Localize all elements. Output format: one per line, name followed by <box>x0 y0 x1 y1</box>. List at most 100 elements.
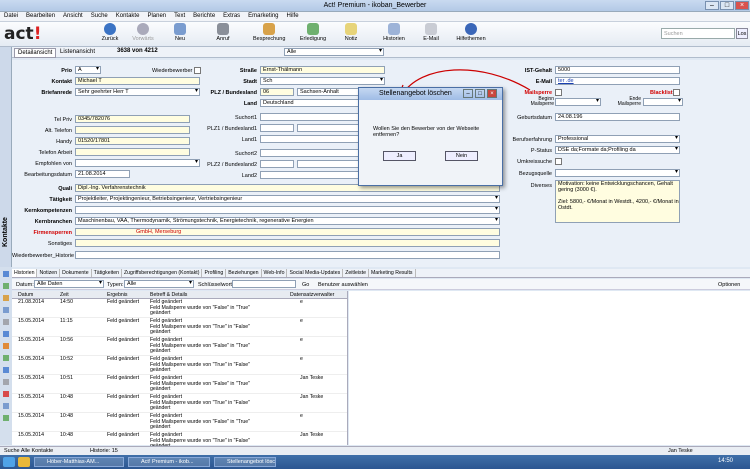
menu-text[interactable]: Text <box>170 12 189 19</box>
table-row[interactable]: 15.05.2014 10:52 Feld geändert Feld geänder… <box>12 356 347 375</box>
stadt-field[interactable]: Sch <box>260 77 385 85</box>
beruf-field[interactable]: Professional <box>555 135 680 143</box>
lookup-select[interactable]: Alle <box>284 48 384 56</box>
tab-webinfo[interactable]: Web-Info <box>262 269 288 277</box>
task-hoeber[interactable]: Höber-Matthias-AM... <box>34 457 124 467</box>
pstatus-field[interactable]: DSE da;Formate da;Profiling da <box>555 146 680 154</box>
todo-button[interactable]: Erledigung <box>297 23 329 42</box>
keyword-input[interactable] <box>232 280 296 288</box>
typen-filter-select[interactable]: Alle <box>124 280 194 288</box>
start-icon[interactable] <box>3 457 15 467</box>
tab-historien[interactable]: Historien <box>12 269 38 277</box>
options-button[interactable]: Optionen <box>718 282 740 288</box>
ist-field[interactable]: 5000 <box>555 66 680 74</box>
bearb-field[interactable]: 21.08.2014 <box>75 170 130 178</box>
menu-ansicht[interactable]: Ansicht <box>59 12 87 19</box>
plz-field[interactable]: 06 <box>260 88 294 96</box>
beginn-field[interactable] <box>555 98 601 106</box>
taet-field[interactable]: Projektleiter, Projektingenieur, Betrieb… <box>75 195 500 203</box>
menu-berichte[interactable]: Berichte <box>189 12 219 19</box>
tab-notizen[interactable]: Notizen <box>37 269 61 277</box>
menu-kontakte[interactable]: Kontakte <box>112 12 144 19</box>
bezug-field[interactable] <box>555 169 680 177</box>
ende-field[interactable] <box>643 98 683 106</box>
col-betreff[interactable]: Betreff & Details <box>150 292 187 298</box>
table-row[interactable]: 21.08.2014 14:50 Feld geändert Feld geänder… <box>12 299 347 318</box>
call-button[interactable]: Anruf <box>207 23 239 42</box>
no-button[interactable]: Nein <box>445 151 478 161</box>
kernb-field[interactable]: Maschinenbau, VAA, Thermodynamik, Strömu… <box>75 217 500 225</box>
empf-field[interactable] <box>75 159 200 167</box>
tab-profiling[interactable]: Profiling <box>202 269 227 277</box>
back-button[interactable]: Zurück <box>94 23 126 42</box>
kernk-field[interactable] <box>75 206 500 214</box>
dialog-maximize-icon[interactable]: □ <box>475 89 485 98</box>
email-field[interactable]: ter .de <box>555 77 680 85</box>
telarb-field[interactable] <box>75 148 190 156</box>
diverses-field[interactable]: Motivation: keine Entwicklungschancen, G… <box>555 180 680 223</box>
forward-button[interactable]: Vorwärts <box>127 23 159 42</box>
menu-planen[interactable]: Planen <box>143 12 170 19</box>
strasse-field[interactable]: Ernst-Thälmann <box>260 66 385 74</box>
help-button[interactable]: Hilfethemen <box>455 23 487 42</box>
kontakt-field[interactable]: Michael T <box>75 77 200 85</box>
datum-filter-select[interactable]: Alle Daten <box>34 280 104 288</box>
handy-field[interactable]: 01520/17801 <box>75 137 190 145</box>
tab-beziehungen[interactable]: Beziehungen <box>226 269 262 277</box>
geb-field[interactable]: 24.08.196 <box>555 113 680 121</box>
table-row[interactable]: 15.05.2014 10:56 Feld geändert Feld geänder… <box>12 337 347 356</box>
tab-dokumente[interactable]: Dokumente <box>60 269 92 277</box>
maximize-icon[interactable]: □ <box>720 1 734 10</box>
note-button[interactable]: Notiz <box>335 23 367 42</box>
select-user-button[interactable]: Benutzer auswählen <box>318 282 368 288</box>
menu-bearbeiten[interactable]: Bearbeiten <box>22 12 59 19</box>
menu-emarketing[interactable]: Emarketing <box>244 12 282 19</box>
search-input[interactable]: Suchen <box>661 28 735 39</box>
firmen-field[interactable]: GmbH, Merseburg <box>75 228 500 236</box>
col-zeit[interactable]: Zeit <box>60 292 69 298</box>
mailsperre-checkbox[interactable] <box>555 89 562 96</box>
menu-hilfe[interactable]: Hilfe <box>283 12 303 19</box>
explorer-icon[interactable] <box>18 457 30 467</box>
blacklist-checkbox[interactable] <box>673 89 680 96</box>
dialog-close-icon[interactable]: × <box>487 89 497 98</box>
table-row[interactable]: 15.05.2014 10:48 Feld geändert Feld geänder… <box>12 413 347 432</box>
dialog-minimize-icon[interactable]: – <box>463 89 473 98</box>
briefanrede-field[interactable]: Sehr geehrter Herr T <box>75 88 200 96</box>
close-icon[interactable]: × <box>735 1 749 10</box>
menu-suche[interactable]: Suche <box>87 12 112 19</box>
task-dialog[interactable]: Stellenangebot lösch... <box>214 457 276 467</box>
tab-social[interactable]: Social Media-Updates <box>287 269 344 277</box>
tab-taetigkeiten[interactable]: Tätigkeiten <box>92 269 122 277</box>
new-button[interactable]: Neu <box>164 23 196 42</box>
search-go-button[interactable]: Los <box>736 28 748 39</box>
sonst-field[interactable] <box>75 239 500 247</box>
menu-datei[interactable]: Datei <box>0 12 22 19</box>
minimize-icon[interactable]: – <box>705 1 719 10</box>
umkreis-checkbox[interactable] <box>555 158 562 165</box>
col-verwalter[interactable]: Datensatzverwalter <box>290 292 334 298</box>
tab-zugriff[interactable]: Zugriffsberechtigungen (Kontakt) <box>122 269 203 277</box>
tab-zeitleiste[interactable]: Zeitleiste <box>343 269 369 277</box>
table-row[interactable]: 15.05.2014 11:15 Feld geändert Feld geänder… <box>12 318 347 337</box>
wb-field[interactable] <box>75 251 500 259</box>
yes-button[interactable]: Ja <box>383 151 416 161</box>
plz2-field[interactable] <box>260 160 294 168</box>
table-row[interactable]: 15.05.2014 10:48 Feld geändert Feld geänder… <box>12 394 347 413</box>
prio-field[interactable]: A <box>75 66 101 74</box>
email-button[interactable]: E-Mail <box>415 23 447 42</box>
plz1-field[interactable] <box>260 124 294 132</box>
tab-detailansicht[interactable]: Detailansicht <box>14 48 57 58</box>
telpriv-field[interactable]: 0345/782076 <box>75 115 190 123</box>
table-row[interactable]: 15.05.2014 10:51 Feld geändert Feld geänder… <box>12 375 347 394</box>
tab-listenansicht[interactable]: Listenansicht <box>60 49 95 55</box>
col-ergebnis[interactable]: Ergebnis <box>107 292 127 298</box>
menu-extras[interactable]: Extras <box>219 12 244 19</box>
meeting-button[interactable]: Besprechung <box>253 23 285 42</box>
col-datum[interactable]: Datum <box>18 292 33 298</box>
task-act[interactable]: Act! Premium - ikob... <box>128 457 210 467</box>
alttel-field[interactable] <box>75 126 190 134</box>
history-button[interactable]: Historien <box>378 23 410 42</box>
tab-marketing[interactable]: Marketing Results <box>369 269 416 277</box>
go-button[interactable]: Go <box>302 282 309 288</box>
